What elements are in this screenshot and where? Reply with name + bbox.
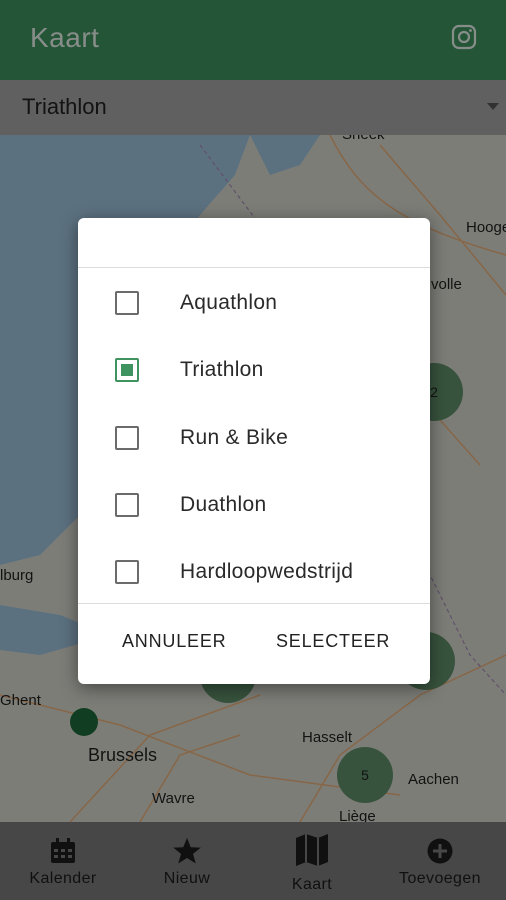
nav-item-kaart[interactable]: Kaart — [270, 822, 354, 900]
nav-item-label: Kaart — [291, 876, 333, 893]
map-city-label: Hasselt — [302, 729, 353, 746]
map-city-label: Aachen — [408, 771, 459, 788]
map-icon — [296, 834, 328, 866]
dropdown-caret-icon — [487, 103, 499, 110]
map-marker[interactable] — [70, 708, 98, 736]
option-label: Hardloopwedstrijd — [180, 560, 354, 583]
checkbox[interactable] — [115, 291, 139, 315]
cancel-button[interactable]: ANNULEER — [122, 631, 226, 652]
add-circle-icon — [427, 838, 453, 864]
nav-item-label: Kalender — [29, 870, 97, 887]
map-city-label: Sneek — [342, 135, 385, 143]
nav-item-label: Nieuw — [163, 870, 211, 887]
map-city-label: Liège — [339, 808, 376, 822]
option-label: Duathlon — [180, 493, 267, 516]
dialog-divider — [78, 603, 430, 604]
calendar-icon — [51, 838, 75, 863]
app-bar: Kaart — [0, 0, 506, 80]
nav-item-kalender[interactable]: Kalender — [14, 822, 112, 900]
sport-select[interactable]: Triathlon — [0, 80, 506, 136]
map-city-label: volle — [431, 276, 462, 293]
option-duathlon[interactable]: Duathlon — [78, 479, 430, 535]
select-button[interactable]: SELECTEER — [276, 631, 390, 652]
checkbox[interactable] — [115, 426, 139, 450]
checkbox[interactable] — [115, 560, 139, 584]
option-hardloopwedstrijd[interactable]: Hardloopwedstrijd — [78, 546, 430, 602]
star-icon — [173, 837, 201, 864]
map-cluster[interactable]: 5 — [337, 747, 393, 803]
nav-item-toevoegen[interactable]: Toevoegen — [388, 822, 492, 900]
map-city-label: Brussels — [88, 745, 158, 765]
nav-item-nieuw[interactable]: Nieuw — [142, 822, 232, 900]
map-city-label: Hooge — [466, 219, 506, 236]
page-title: Kaart — [30, 22, 100, 53]
option-aquathlon[interactable]: Aquathlon — [78, 277, 430, 333]
dialog-divider — [78, 267, 430, 268]
nav-item-label: Toevoegen — [399, 870, 481, 887]
checkbox[interactable] — [115, 493, 139, 517]
sport-filter-dialog: Aquathlon Triathlon Run & Bike Duathlon … — [78, 218, 430, 684]
checkbox-checked[interactable] — [115, 358, 139, 382]
bottom-navigation: Kalender Nieuw Kaart Toevoegen — [0, 822, 506, 900]
instagram-icon[interactable] — [451, 24, 477, 50]
map-city-label: Wavre — [152, 790, 195, 807]
option-label: Triathlon — [180, 358, 264, 381]
option-label: Run & Bike — [180, 426, 289, 449]
option-triathlon[interactable]: Triathlon — [78, 344, 430, 400]
map-city-label: Ghent — [0, 692, 41, 709]
option-label: Aquathlon — [180, 291, 278, 314]
option-run-and-bike[interactable]: Run & Bike — [78, 412, 430, 468]
sport-select-value: Triathlon — [22, 94, 107, 119]
map-city-label: lburg — [0, 567, 34, 584]
